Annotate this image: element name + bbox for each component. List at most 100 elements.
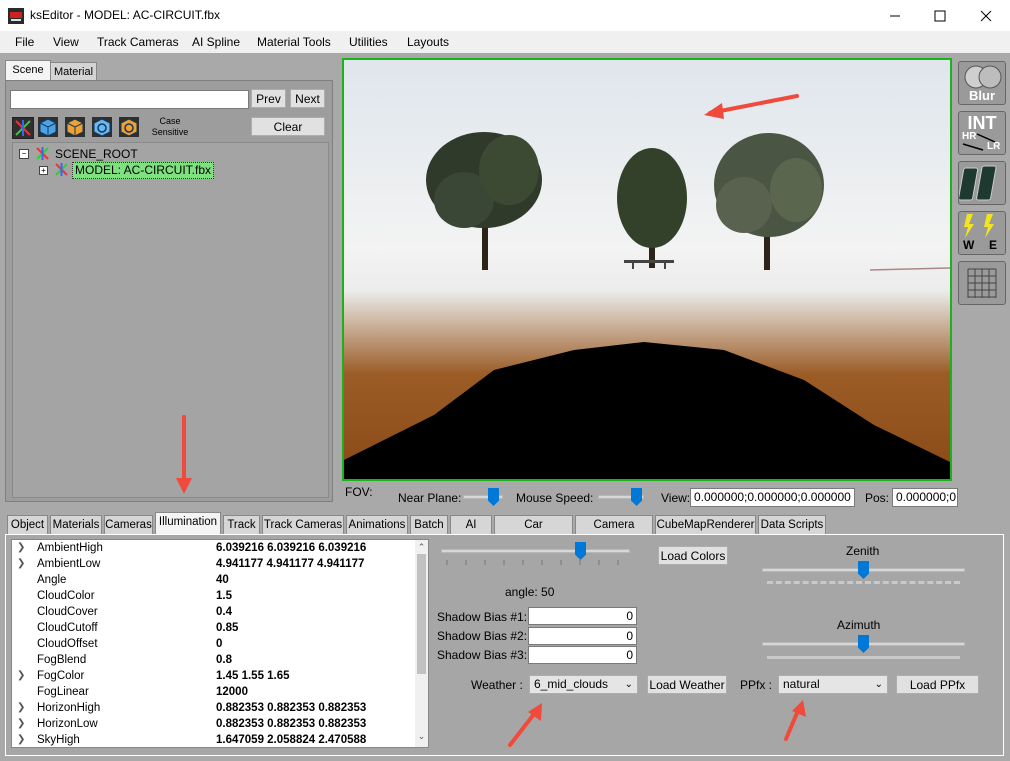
close-button[interactable] [963, 0, 1009, 31]
property-grid-scrollbar[interactable]: ⌃ ⌄ [415, 540, 428, 747]
blur-button[interactable]: Blur [958, 61, 1006, 105]
property-value[interactable]: 6.039216 6.039216 6.039216 [216, 542, 366, 554]
3d-viewport[interactable] [342, 58, 952, 481]
property-row[interactable]: CloudCover 0.4 [12, 605, 416, 621]
property-value[interactable]: 0.8 [216, 654, 232, 666]
menu-view[interactable]: View [53, 35, 79, 49]
next-button[interactable]: Next [290, 89, 325, 108]
tab-ai[interactable]: AI [450, 515, 492, 534]
shadow-bias-3-field[interactable]: 0 [528, 646, 637, 664]
scroll-thumb[interactable] [417, 554, 426, 674]
tab-cameras[interactable]: Cameras [104, 515, 153, 534]
chevron-right-icon[interactable]: ❯ [17, 542, 25, 553]
property-row[interactable]: ❯ FogColor 1.45 1.55 1.65 [12, 669, 416, 685]
property-row[interactable]: ❯ SkyHigh 1.647059 2.058824 2.470588 [12, 733, 416, 747]
menu-file[interactable]: File [15, 35, 34, 49]
property-value[interactable]: 1.5 [216, 590, 232, 602]
property-row[interactable]: ❯ HorizonLow 0.882353 0.882353 0.882353 [12, 717, 416, 733]
property-row[interactable]: ❯ AmbientLow 4.941177 4.941177 4.941177 [12, 557, 416, 573]
filter-light-button[interactable] [119, 117, 139, 137]
clear-button[interactable]: Clear [251, 117, 325, 136]
property-row[interactable]: FogLinear 12000 [12, 685, 416, 701]
weather-select[interactable]: 6_mid_clouds ⌄ [529, 675, 638, 694]
tab-animations[interactable]: Animations [346, 515, 408, 534]
chevron-right-icon[interactable]: ❯ [17, 558, 25, 569]
tab-object[interactable]: Object [7, 515, 48, 534]
chevron-right-icon[interactable]: ❯ [17, 734, 25, 745]
tab-cubemaprenderer[interactable]: CubeMapRenderer [655, 515, 756, 534]
chevron-right-icon[interactable]: ❯ [17, 702, 25, 713]
chevron-right-icon[interactable]: ❯ [17, 670, 25, 681]
menu-track-cameras[interactable]: Track Cameras [97, 35, 179, 49]
property-row[interactable]: CloudCutoff 0.85 [12, 621, 416, 637]
shadow-bias-2-field[interactable]: 0 [528, 627, 637, 645]
tree-node-model[interactable]: MODEL: AC-CIRCUIT.fbx [72, 162, 215, 179]
axes-icon [15, 120, 31, 136]
property-value[interactable]: 0.4 [216, 606, 232, 618]
load-colors-button[interactable]: Load Colors [658, 546, 728, 565]
property-name: AmbientLow [37, 558, 101, 570]
tab-materials[interactable]: Materials [50, 515, 102, 534]
interpolation-button[interactable]: INT HR LR [958, 111, 1006, 155]
tyre-icon [958, 165, 997, 201]
zenith-slider-ticks [767, 581, 960, 587]
property-value[interactable]: 0 [216, 638, 222, 650]
wind-emit-button[interactable]: W E [958, 211, 1006, 255]
tab-scene[interactable]: Scene [5, 60, 51, 81]
property-row[interactable]: FogBlend 0.8 [12, 653, 416, 669]
close-icon [980, 10, 992, 21]
tyres-button[interactable] [958, 161, 1006, 205]
tab-material[interactable]: Material [50, 62, 97, 81]
load-weather-button[interactable]: Load Weather [647, 675, 727, 694]
tree-node-scene-root[interactable]: SCENE_ROOT [55, 147, 138, 161]
property-value[interactable]: 4.941177 4.941177 4.941177 [216, 558, 364, 570]
search-input[interactable] [10, 90, 249, 109]
maximize-button[interactable] [917, 0, 963, 31]
property-row[interactable]: CloudColor 1.5 [12, 589, 416, 605]
property-value[interactable]: 1.647059 2.058824 2.470588 [216, 734, 366, 746]
tab-camera-spline[interactable]: Camera Spline [575, 515, 653, 550]
tab-data-scripts[interactable]: Data Scripts [758, 515, 826, 534]
mouse-speed-thumb[interactable] [631, 488, 642, 506]
property-value[interactable]: 1.45 1.55 1.65 [216, 670, 290, 682]
tab-track-cameras[interactable]: Track Cameras [262, 515, 344, 534]
minimize-button[interactable] [872, 0, 918, 31]
tab-illumination[interactable]: Illumination [155, 512, 221, 534]
menu-ai-spline[interactable]: AI Spline [192, 35, 240, 49]
tab-track[interactable]: Track [223, 515, 260, 534]
collapse-toggle[interactable]: − [19, 149, 29, 159]
shadow-bias-1-field[interactable]: 0 [528, 607, 637, 625]
property-row[interactable]: ❯ AmbientHigh 6.039216 6.039216 6.039216 [12, 541, 416, 557]
case-sensitive-label[interactable]: Case Sensitive [148, 116, 192, 138]
property-row[interactable]: CloudOffset 0 [12, 637, 416, 653]
tab-batch[interactable]: Batch [410, 515, 448, 534]
scroll-down-icon[interactable]: ⌄ [415, 731, 428, 742]
menu-utilities[interactable]: Utilities [349, 35, 388, 49]
filter-mesh-button[interactable] [38, 117, 58, 137]
property-value[interactable]: 0.85 [216, 622, 238, 634]
property-value[interactable]: 0.882353 0.882353 0.882353 [216, 718, 366, 730]
filter-all-button[interactable] [12, 117, 34, 139]
near-plane-thumb[interactable] [488, 488, 499, 506]
expand-toggle[interactable]: + [39, 166, 48, 175]
view-field[interactable]: 0.000000;0.000000;0.000000 [690, 488, 855, 507]
scroll-up-icon[interactable]: ⌃ [415, 542, 428, 553]
property-name: CloudColor [37, 590, 95, 602]
ppfx-select[interactable]: natural ⌄ [778, 675, 888, 694]
prev-button[interactable]: Prev [251, 89, 286, 108]
property-value[interactable]: 40 [216, 574, 229, 586]
load-ppfx-button[interactable]: Load PPfx [896, 675, 979, 694]
menu-material-tools[interactable]: Material Tools [257, 35, 331, 49]
grid-button[interactable] [958, 261, 1006, 305]
property-value[interactable]: 0.882353 0.882353 0.882353 [216, 702, 366, 714]
property-row[interactable]: ❯ HorizonHigh 0.882353 0.882353 0.882353 [12, 701, 416, 717]
property-row[interactable]: Angle 40 [12, 573, 416, 589]
filter-node-button[interactable] [65, 117, 85, 137]
property-value[interactable]: 12000 [216, 686, 248, 698]
menu-layouts[interactable]: Layouts [407, 35, 449, 49]
angle-slider[interactable] [441, 549, 630, 553]
chevron-right-icon[interactable]: ❯ [17, 718, 25, 729]
pos-field[interactable]: 0.000000;0.0 [892, 488, 958, 507]
filter-bone-button[interactable] [92, 117, 112, 137]
tab-car-animations[interactable]: Car Animations [494, 515, 573, 550]
